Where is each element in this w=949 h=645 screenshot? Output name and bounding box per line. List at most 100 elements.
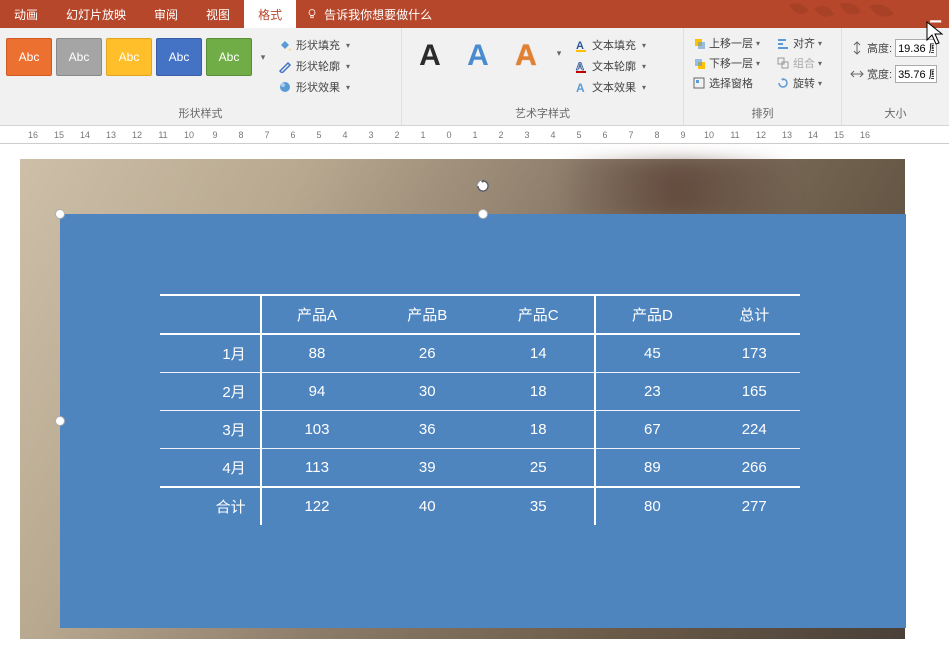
table-row-header: 4月: [160, 449, 261, 488]
titlebar: 动画 幻灯片放映 审阅 视图 格式 告诉我你想要做什么 ▁: [0, 0, 949, 28]
ruler-tick: 5: [566, 130, 592, 140]
tab-view[interactable]: 视图: [192, 0, 244, 28]
wordart-style-1[interactable]: A: [408, 34, 452, 78]
ruler-tick: 14: [800, 130, 826, 140]
ruler-tick: 13: [98, 130, 124, 140]
align-button[interactable]: 对齐▾: [774, 34, 824, 52]
table-cell: 122: [261, 487, 373, 525]
shape-style-5[interactable]: Abc: [206, 38, 252, 76]
paint-bucket-icon: [278, 38, 292, 52]
ruler-tick: 3: [514, 130, 540, 140]
shape-style-2[interactable]: Abc: [56, 38, 102, 76]
tab-review[interactable]: 审阅: [140, 0, 192, 28]
bulb-icon: [306, 8, 318, 20]
text-effects-icon: A: [574, 80, 588, 94]
ruler-tick: 7: [254, 130, 280, 140]
table-cell: 173: [708, 334, 800, 373]
ruler-tick: 1: [462, 130, 488, 140]
data-table: 产品A产品B产品C产品D总计1月882614451732月94301823165…: [160, 294, 800, 525]
table-cell: 165: [708, 373, 800, 411]
selection-pane-button[interactable]: 选择窗格: [690, 74, 762, 92]
ruler-tick: 9: [670, 130, 696, 140]
ruler-tick: 3: [358, 130, 384, 140]
table-cell: 39: [372, 449, 482, 488]
pen-outline-icon: [278, 59, 292, 73]
ruler-tick: 15: [46, 130, 72, 140]
ruler-tick: 2: [488, 130, 514, 140]
ruler-tick: 11: [722, 130, 748, 140]
group-icon: [776, 56, 790, 70]
ruler-tick: 4: [332, 130, 358, 140]
table-cell: 26: [372, 334, 482, 373]
tab-format[interactable]: 格式: [244, 0, 296, 28]
rotate-icon: [776, 76, 790, 90]
send-backward-icon: [692, 56, 706, 70]
table-cell: 35: [482, 487, 595, 525]
table-col-header: 产品C: [482, 295, 595, 334]
svg-text:A: A: [576, 81, 585, 94]
table-cell: 30: [372, 373, 482, 411]
text-outline-icon: A: [574, 59, 588, 73]
slide-canvas[interactable]: 产品A产品B产品C产品D总计1月882614451732月94301823165…: [0, 144, 949, 644]
ruler-tick: 8: [228, 130, 254, 140]
text-fill-button[interactable]: A 文本填充▾: [570, 36, 650, 54]
table-cell: 25: [482, 449, 595, 488]
group-shape-styles: Abc Abc Abc Abc Abc ▾ 形状填充▾ 形状轮廓▾ 形状效果▾: [0, 28, 402, 125]
table-row-header: 2月: [160, 373, 261, 411]
table-cell: 224: [708, 411, 800, 449]
table-col-header: 总计: [708, 295, 800, 334]
tab-slideshow[interactable]: 幻灯片放映: [52, 0, 140, 28]
shape-fill-button[interactable]: 形状填充▾: [274, 36, 354, 54]
table-cell: 14: [482, 334, 595, 373]
shape-style-3[interactable]: Abc: [106, 38, 152, 76]
horizontal-ruler: 1615141312111098765432101234567891011121…: [0, 126, 949, 144]
height-label: 高度:: [867, 40, 892, 56]
text-outline-button[interactable]: A 文本轮廓▾: [570, 57, 650, 75]
selected-shape[interactable]: 产品A产品B产品C产品D总计1月882614451732月94301823165…: [60, 214, 906, 628]
table-row-header: 合计: [160, 487, 261, 525]
tab-animation[interactable]: 动画: [0, 0, 52, 28]
shape-outline-button[interactable]: 形状轮廓▾: [274, 57, 354, 75]
shape-style-gallery-dropdown[interactable]: ▾: [256, 38, 270, 76]
cursor-icon: [925, 20, 945, 52]
wordart-style-2[interactable]: A: [456, 34, 500, 78]
shape-style-4[interactable]: Abc: [156, 38, 202, 76]
group-label-shape-styles: 形状样式: [6, 103, 395, 125]
bring-forward-button[interactable]: 上移一层▾: [690, 34, 762, 52]
resize-handle-middle-left[interactable]: [55, 416, 65, 426]
leaves-decoration-icon: [779, 0, 919, 28]
resize-handle-top-left[interactable]: [55, 209, 65, 219]
wordart-style-3[interactable]: A: [504, 34, 548, 78]
align-icon: [776, 36, 790, 50]
rotate-handle[interactable]: [475, 178, 491, 194]
table-cell: 67: [595, 411, 708, 449]
text-effects-button[interactable]: A 文本效果▾: [570, 78, 650, 96]
table-cell: 103: [261, 411, 373, 449]
ruler-tick: 14: [72, 130, 98, 140]
ruler-tick: 15: [826, 130, 852, 140]
ribbon-tabs: 动画 幻灯片放映 审阅 视图 格式: [0, 0, 296, 28]
tell-me-search[interactable]: 告诉我你想要做什么: [306, 6, 432, 23]
ruler-tick: 12: [124, 130, 150, 140]
table-cell: 23: [595, 373, 708, 411]
ruler-tick: 6: [592, 130, 618, 140]
width-input[interactable]: [895, 65, 937, 83]
table-col-header: 产品D: [595, 295, 708, 334]
resize-handle-top-middle[interactable]: [478, 209, 488, 219]
effects-icon: [278, 80, 292, 94]
ruler-tick: 9: [202, 130, 228, 140]
rotate-button[interactable]: 旋转▾: [774, 74, 824, 92]
ruler-tick: 5: [306, 130, 332, 140]
group-label-wordart: 艺术字样式: [408, 103, 677, 125]
shape-style-1[interactable]: Abc: [6, 38, 52, 76]
shape-effects-button[interactable]: 形状效果▾: [274, 78, 354, 96]
wordart-gallery-dropdown[interactable]: ▾: [552, 34, 566, 72]
table-cell: 88: [261, 334, 373, 373]
group-button[interactable]: 组合▾: [774, 54, 824, 72]
send-backward-button[interactable]: 下移一层▾: [690, 54, 762, 72]
ruler-tick: 1: [410, 130, 436, 140]
tell-me-text: 告诉我你想要做什么: [324, 6, 432, 23]
group-label-size: 大小: [848, 103, 943, 125]
bring-forward-icon: [692, 36, 706, 50]
ruler-tick: 7: [618, 130, 644, 140]
